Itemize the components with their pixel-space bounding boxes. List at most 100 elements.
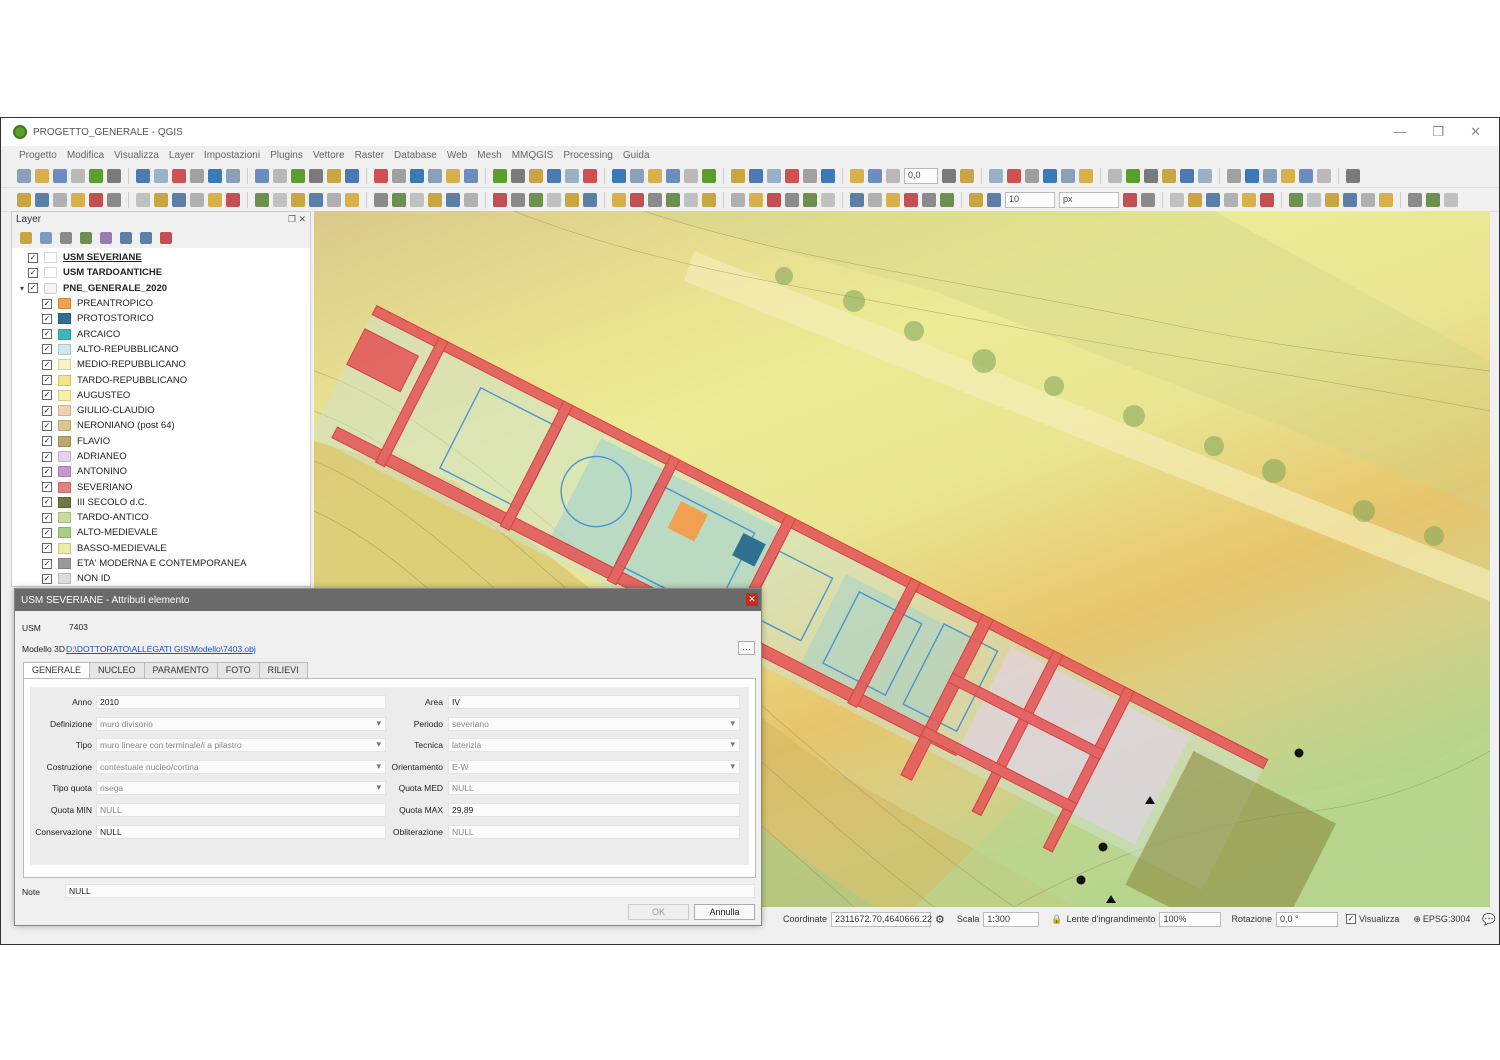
layer-visibility-checkbox[interactable]: ✓: [28, 283, 38, 294]
toolbar-tool-icon[interactable]: [1061, 168, 1075, 183]
layer-row[interactable]: ✓ TARDO-REPUBBLICANO: [12, 372, 310, 387]
menu-item-modifica[interactable]: Modifica: [67, 150, 104, 161]
toolbar-tool-icon[interactable]: [154, 168, 168, 183]
layer-visibility-checkbox[interactable]: ✓: [42, 329, 52, 340]
toolbar-tool-icon[interactable]: [1206, 192, 1220, 207]
toolbar-tool-icon[interactable]: [922, 192, 936, 207]
field-dropdown[interactable]: risega: [96, 781, 386, 796]
toolbar-tool-icon[interactable]: [868, 192, 882, 207]
tab-nucleo[interactable]: NUCLEO: [89, 662, 145, 678]
toolbar-tool-icon[interactable]: [511, 168, 525, 183]
toolbar-tool-icon[interactable]: [666, 168, 680, 183]
layer-row[interactable]: ✓ TARDO-ANTICO: [12, 510, 310, 525]
layer-visibility-checkbox[interactable]: ✓: [42, 405, 52, 416]
field-input[interactable]: NULL: [448, 824, 740, 839]
toolbar-tool-icon[interactable]: [987, 192, 1001, 207]
layer-visibility-checkbox[interactable]: ✓: [42, 344, 52, 355]
menu-item-raster[interactable]: Raster: [355, 150, 384, 161]
toolbar-tool-icon[interactable]: [345, 192, 359, 207]
collapse-all-icon[interactable]: [140, 232, 152, 244]
toolbar-tool-icon[interactable]: [1007, 168, 1021, 183]
toolbar-tool-icon[interactable]: [136, 192, 150, 207]
toolbar-tool-icon[interactable]: [547, 192, 561, 207]
toolbar-tool-icon[interactable]: [255, 168, 269, 183]
unit-select[interactable]: px: [1059, 191, 1119, 208]
toolbar-tool-icon[interactable]: [1242, 192, 1256, 207]
toolbar-tool-icon[interactable]: [684, 168, 698, 183]
menu-item-plugins[interactable]: Plugins: [270, 150, 303, 161]
layer-row[interactable]: ✓ BASSO-MEDIEVALE: [12, 541, 310, 556]
layer-visibility-checkbox[interactable]: ✓: [28, 267, 38, 278]
magnifier-field[interactable]: 100%: [1159, 911, 1222, 927]
toolbar-tool-icon[interactable]: [410, 168, 424, 183]
toolbar-tool-icon[interactable]: [1343, 192, 1357, 207]
layer-row[interactable]: ✓ ALTO-REPUBBLICANO: [12, 342, 310, 357]
toolbar-tool-icon[interactable]: [17, 168, 31, 183]
toolbar-tool-icon[interactable]: [1307, 192, 1321, 207]
toolbar-tool-icon[interactable]: [1126, 168, 1140, 183]
toolbar-tool-icon[interactable]: [1141, 192, 1155, 207]
layer-row[interactable]: ✓ III SECOLO d.C.: [12, 495, 310, 510]
tab-foto[interactable]: FOTO: [216, 662, 260, 678]
toolbar-tool-icon[interactable]: [767, 168, 781, 183]
toolbar-tool-icon[interactable]: [1079, 168, 1093, 183]
layer-row[interactable]: ✓ USM TARDOANTICHE: [12, 265, 310, 280]
toolbar-tool-icon[interactable]: [392, 192, 406, 207]
toolbar-tool-icon[interactable]: [190, 192, 204, 207]
toolbar-tool-icon[interactable]: [731, 168, 745, 183]
layer-visibility-checkbox[interactable]: ✓: [42, 512, 52, 523]
toolbar-tool-icon[interactable]: [374, 192, 388, 207]
toolbar-tool-icon[interactable]: [969, 192, 983, 207]
layer-visibility-checkbox[interactable]: ✓: [42, 558, 52, 569]
tab-paramento[interactable]: PARAMENTO: [143, 662, 218, 678]
toolbar-tool-icon[interactable]: [273, 192, 287, 207]
toolbar-tool-icon[interactable]: [309, 168, 323, 183]
layer-row[interactable]: ✓ AUGUSTEO: [12, 388, 310, 403]
dialog-close-icon[interactable]: ✕: [746, 593, 758, 606]
layer-row[interactable]: ✓ ETA' MODERNA E CONTEMPORANEA: [12, 556, 310, 571]
toolbar-tool-icon[interactable]: [464, 192, 478, 207]
toolbar-tool-icon[interactable]: [648, 168, 662, 183]
menu-item-database[interactable]: Database: [394, 150, 437, 161]
toolbar-tool-icon[interactable]: [529, 192, 543, 207]
toolbar-tool-icon[interactable]: [71, 168, 85, 183]
layer-visibility-checkbox[interactable]: ✓: [42, 543, 52, 554]
layer-row[interactable]: ✓ FLAVIO: [12, 434, 310, 449]
messages-icon[interactable]: 💬: [1482, 913, 1496, 926]
field-dropdown[interactable]: severiano: [448, 716, 740, 731]
toolbar-tool-icon[interactable]: [226, 192, 240, 207]
toolbar-tool-icon[interactable]: [1043, 168, 1057, 183]
field-input[interactable]: IV: [448, 695, 740, 709]
menu-item-processing[interactable]: Processing: [563, 150, 612, 161]
layer-row[interactable]: ▾ ✓ PNE_GENERALE_2020: [12, 281, 310, 296]
field-input[interactable]: NULL: [96, 803, 386, 817]
toolbar-tool-icon[interactable]: [17, 192, 31, 207]
layer-row[interactable]: ✓ PREANTROPICO: [12, 296, 310, 311]
field-input[interactable]: NULL: [448, 781, 740, 796]
menu-item-vettore[interactable]: Vettore: [313, 150, 345, 161]
toolbar-tool-icon[interactable]: [1170, 192, 1184, 207]
add-group-icon[interactable]: [40, 232, 52, 244]
toolbar-tool-icon[interactable]: [273, 168, 287, 183]
toolbar-tool-icon[interactable]: [803, 168, 817, 183]
toolbar-tool-icon[interactable]: [136, 168, 150, 183]
toolbar-tool-icon[interactable]: [731, 192, 745, 207]
toolbar-tool-icon[interactable]: [172, 168, 186, 183]
layer-visibility-checkbox[interactable]: ✓: [42, 497, 52, 508]
toolbar-tool-icon[interactable]: [1245, 168, 1259, 183]
toolbar-tool-icon[interactable]: [446, 192, 460, 207]
layer-visibility-checkbox[interactable]: ✓: [42, 313, 52, 324]
toolbar-tool-icon[interactable]: [886, 168, 900, 183]
tab-rilievi[interactable]: RILIEVI: [258, 662, 308, 678]
toolbar-tool-icon[interactable]: [428, 192, 442, 207]
toolbar-tool-icon[interactable]: [904, 192, 918, 207]
toolbar-tool-icon[interactable]: [940, 192, 954, 207]
toolbar-tool-icon[interactable]: [821, 168, 835, 183]
note-field[interactable]: NULL: [65, 884, 755, 898]
layer-row[interactable]: ✓ ANTONINO: [12, 464, 310, 479]
toolbar-tool-icon[interactable]: [446, 168, 460, 183]
menu-item-progetto[interactable]: Progetto: [19, 150, 57, 161]
toolbar-tool-icon[interactable]: [493, 192, 507, 207]
toolbar-tool-icon[interactable]: [1379, 192, 1393, 207]
model-3d-link[interactable]: D:\DOTTORATO\ALLEGATI GIS\Modello\7403.o…: [66, 644, 256, 654]
